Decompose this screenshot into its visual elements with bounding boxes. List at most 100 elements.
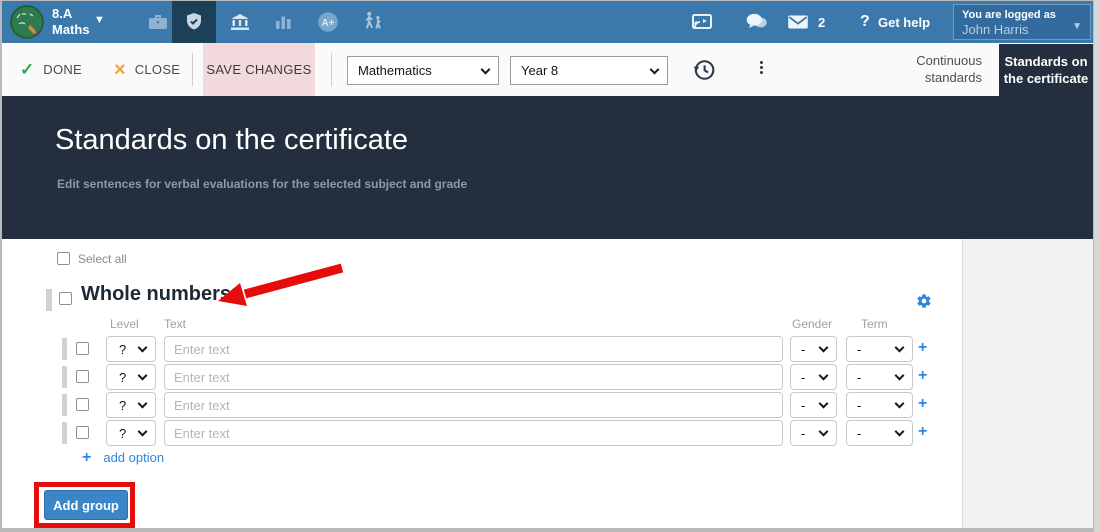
tab-continuous-standards[interactable]: Continuous standards — [882, 52, 982, 86]
action-toolbar: ✓ DONE × CLOSE SAVE CHANGES Mathematics … — [2, 43, 1093, 96]
add-option-link[interactable]: + add option — [82, 449, 164, 467]
plus-icon[interactable]: + — [918, 424, 927, 440]
bar-chart-icon[interactable] — [265, 1, 301, 43]
gear-icon[interactable] — [916, 293, 932, 309]
option-rows: ? - - + ? — [2, 336, 962, 448]
add-option-label: add option — [103, 450, 164, 465]
history-icon[interactable] — [690, 56, 718, 84]
select-all-label: Select all — [78, 252, 127, 266]
page-header: Standards on the certificate Edit senten… — [2, 96, 1093, 239]
more-options-icon[interactable] — [756, 59, 766, 83]
svg-text:A+: A+ — [322, 18, 335, 29]
user-name: John Harris — [962, 22, 1082, 37]
term-select[interactable]: - — [846, 392, 913, 418]
help-icon[interactable]: ? — [860, 13, 870, 31]
column-header-level: Level — [110, 317, 139, 331]
right-panel — [962, 239, 1093, 528]
class-subject: Maths — [52, 22, 90, 38]
gender-select-control[interactable]: - — [791, 393, 836, 417]
row-checkbox[interactable] — [76, 370, 89, 383]
save-changes-button[interactable]: SAVE CHANGES — [203, 43, 315, 96]
gender-select-control[interactable]: - — [791, 337, 836, 361]
class-avatar[interactable] — [10, 5, 44, 39]
term-select-control[interactable]: - — [847, 393, 912, 417]
mail-icon[interactable] — [782, 1, 814, 43]
divider — [331, 53, 332, 86]
grades-badge-icon[interactable]: A+ — [309, 1, 347, 43]
term-select[interactable]: - — [846, 364, 913, 390]
row-text-input[interactable] — [164, 364, 783, 390]
plus-icon: + — [82, 449, 91, 466]
grade-select[interactable]: Year 8 — [510, 56, 668, 85]
gender-select[interactable]: - — [790, 392, 837, 418]
user-menu[interactable]: You are logged as John Harris ▼ — [953, 4, 1091, 40]
group-drag-handle[interactable] — [46, 289, 52, 311]
subject-select[interactable]: Mathematics — [347, 56, 499, 85]
done-button[interactable]: ✓ DONE — [20, 43, 82, 96]
term-select-control[interactable]: - — [847, 337, 912, 361]
plus-icon[interactable]: + — [918, 396, 927, 412]
level-select-control[interactable]: ? — [107, 337, 155, 361]
chevron-down-icon[interactable]: ▼ — [1072, 21, 1082, 32]
plus-icon[interactable]: + — [918, 368, 927, 384]
divider — [192, 53, 193, 86]
row-drag-handle[interactable] — [62, 394, 67, 416]
gender-select[interactable]: - — [790, 336, 837, 362]
gender-select[interactable]: - — [790, 420, 837, 446]
group-title: Whole numbers — [81, 283, 231, 306]
row-drag-handle[interactable] — [62, 338, 67, 360]
mail-count-badge: 2 — [818, 15, 825, 30]
column-header-term: Term — [861, 317, 888, 331]
row-checkbox[interactable] — [76, 342, 89, 355]
term-select-control[interactable]: - — [847, 421, 912, 445]
class-selector[interactable]: 8.A Maths — [52, 6, 90, 38]
get-help-link[interactable]: Get help — [878, 15, 930, 30]
chevron-down-icon[interactable]: ▼ — [94, 14, 105, 26]
row-checkbox[interactable] — [76, 398, 89, 411]
close-icon: × — [114, 60, 126, 80]
term-select[interactable]: - — [846, 420, 913, 446]
group-checkbox[interactable] — [59, 292, 72, 305]
add-group-button[interactable]: Add group — [44, 490, 128, 520]
level-select-control[interactable]: ? — [107, 393, 155, 417]
level-select[interactable]: ? — [106, 392, 156, 418]
level-select[interactable]: ? — [106, 336, 156, 362]
row-drag-handle[interactable] — [62, 366, 67, 388]
term-select-control[interactable]: - — [847, 365, 912, 389]
scrollbar[interactable] — [1093, 0, 1100, 532]
grade-select-control[interactable]: Year 8 — [511, 57, 667, 84]
logged-as-label: You are logged as — [962, 8, 1082, 22]
row-checkbox[interactable] — [76, 426, 89, 439]
subject-select-control[interactable]: Mathematics — [348, 57, 498, 84]
plus-icon[interactable]: + — [918, 340, 927, 356]
cast-icon[interactable] — [685, 1, 719, 43]
shield-check-icon[interactable] — [172, 1, 216, 43]
briefcase-icon[interactable] — [140, 1, 176, 43]
students-icon[interactable] — [352, 1, 394, 43]
top-navbar: 8.A Maths ▼ — [2, 1, 1093, 43]
select-all-checkbox[interactable] — [57, 252, 70, 265]
page-title: Standards on the certificate — [55, 124, 408, 157]
main-content: Select all Whole numbers Level Text Gend… — [2, 239, 1093, 528]
table-row: ? - - + — [2, 364, 962, 392]
gender-select-control[interactable]: - — [791, 365, 836, 389]
level-select[interactable]: ? — [106, 364, 156, 390]
row-text-input[interactable] — [164, 336, 783, 362]
term-select[interactable]: - — [846, 336, 913, 362]
tab-standards-on-certificate[interactable]: Standards on the certificate — [999, 44, 1093, 96]
close-label: CLOSE — [135, 62, 181, 77]
school-icon[interactable] — [222, 1, 258, 43]
row-drag-handle[interactable] — [62, 422, 67, 444]
row-text-input[interactable] — [164, 420, 783, 446]
level-select[interactable]: ? — [106, 420, 156, 446]
row-text-input[interactable] — [164, 392, 783, 418]
close-button[interactable]: × CLOSE — [114, 43, 180, 96]
chat-icon[interactable] — [740, 1, 774, 43]
level-select-control[interactable]: ? — [107, 365, 155, 389]
gender-select[interactable]: - — [790, 364, 837, 390]
gender-select-control[interactable]: - — [791, 421, 836, 445]
table-row: ? - - + — [2, 392, 962, 420]
level-select-control[interactable]: ? — [107, 421, 155, 445]
done-label: DONE — [43, 62, 82, 77]
class-name: 8.A — [52, 6, 90, 22]
